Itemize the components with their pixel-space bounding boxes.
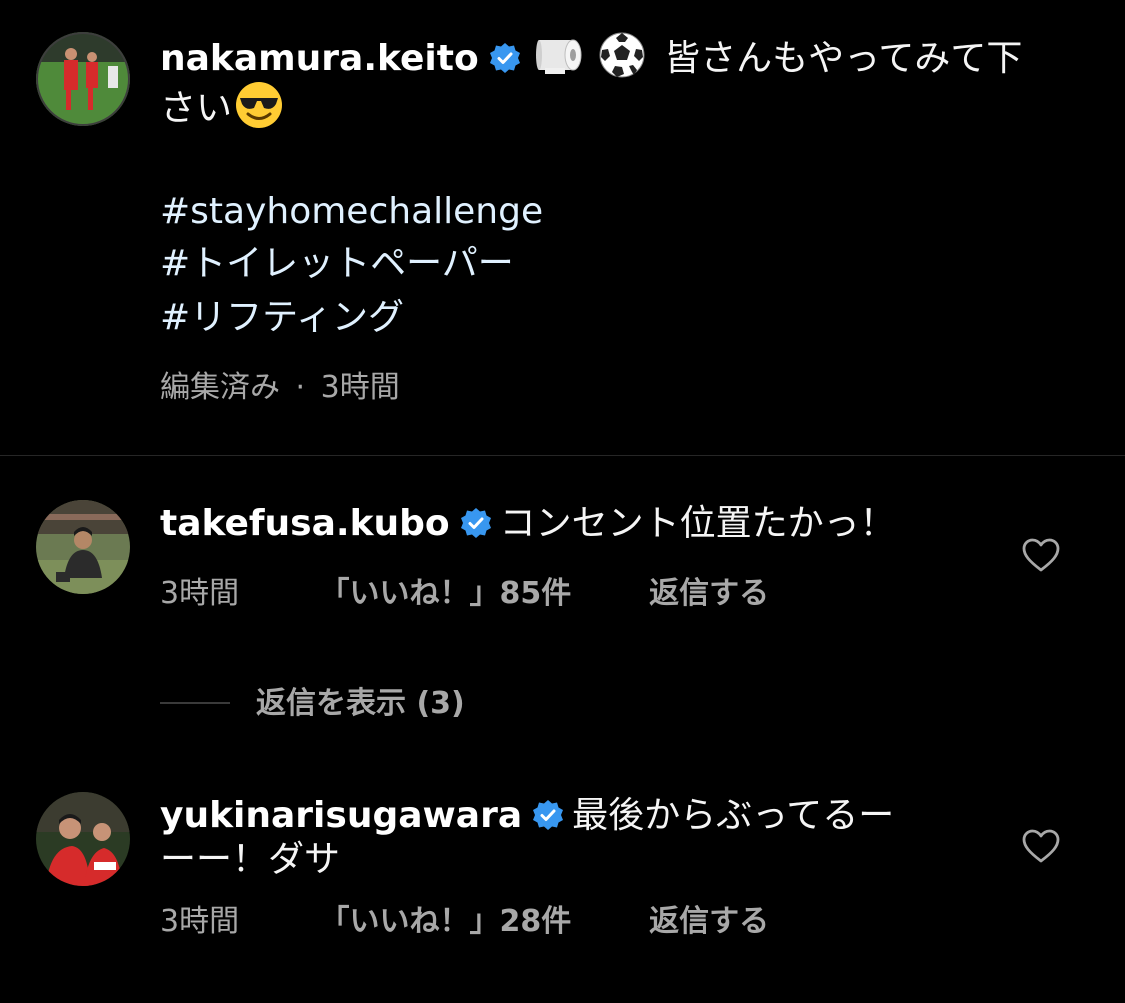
post-time: 3時間 — [320, 370, 400, 405]
avatar-takefusa-kubo[interactable] — [36, 500, 130, 594]
edited-label: 編集済み — [160, 370, 280, 405]
post-caption-text-1: 皆さんもやってみて下 — [664, 38, 1023, 79]
comment-2-reply-button[interactable]: 返信する — [649, 902, 769, 942]
comment-1-time: 3時間 — [160, 576, 240, 611]
comment-1-line-1: takefusa.kubo コンセント位置たかっ！ — [160, 498, 896, 550]
comment-2-text-2: ーー！ダサ — [160, 839, 341, 880]
comment-2-text-1: 最後からぶってるー — [572, 795, 895, 836]
comment-1-reply-button[interactable]: 返信する — [649, 574, 769, 614]
sunglasses-smile-emoji-icon — [234, 80, 284, 130]
avatar-nakamura-keito[interactable] — [36, 32, 130, 126]
hashtag-toilet-paper[interactable]: #トイレットペーパー — [160, 238, 514, 290]
post-meta: 編集済み · 3時間 — [160, 368, 400, 408]
comment-2-username[interactable]: yukinarisugawara — [160, 795, 522, 836]
comment-2-likes[interactable]: 「いいね！」28件 — [320, 902, 640, 942]
comment-2-line-2: ーー！ダサ — [160, 834, 340, 886]
meta-separator: · — [295, 370, 306, 405]
comment-1-likes[interactable]: 「いいね！」85件 — [320, 574, 640, 614]
comment-1-text: コンセント位置たかっ！ — [499, 503, 896, 544]
verified-badge-icon — [460, 507, 492, 539]
post-caption-line-2: さい — [160, 80, 290, 135]
hashtag-lifting[interactable]: #リフティング — [160, 292, 404, 344]
comment-1-meta: 3時間 「いいね！」85件 返信する — [160, 574, 769, 614]
view-replies-button[interactable]: 返信を表示 (3) — [256, 684, 465, 724]
view-replies-label[interactable]: 返信を表示 (3) — [256, 684, 465, 724]
comment-2-meta: 3時間 「いいね！」28件 返信する — [160, 902, 769, 942]
caption-divider — [0, 455, 1125, 456]
verified-badge-icon — [489, 42, 521, 74]
hashtag-stayhomechallenge[interactable]: #stayhomechallenge — [160, 186, 543, 238]
comment-2-time: 3時間 — [160, 904, 240, 939]
post-username[interactable]: nakamura.keito — [160, 38, 479, 79]
toilet-paper-emoji-icon — [535, 30, 585, 80]
like-heart-icon[interactable] — [1021, 536, 1061, 576]
post-caption-line-1: nakamura.keito 皆さんもやってみて下 — [160, 30, 1022, 85]
avatar-yukinarisugawara[interactable] — [36, 792, 130, 886]
comment-1-username[interactable]: takefusa.kubo — [160, 503, 450, 544]
like-heart-icon[interactable] — [1021, 827, 1061, 867]
view-replies-line — [160, 702, 230, 704]
post-caption-text-2: さい — [160, 88, 233, 129]
verified-badge-icon — [532, 799, 564, 831]
soccer-ball-emoji-icon — [597, 30, 647, 80]
